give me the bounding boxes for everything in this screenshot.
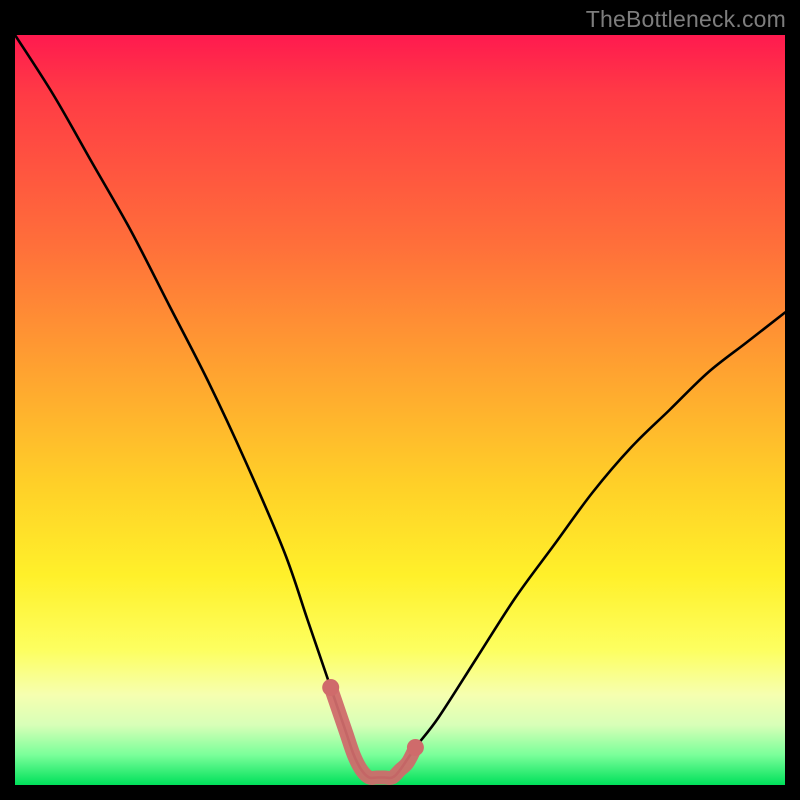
marker-dot (322, 679, 339, 696)
marker-dot (407, 739, 424, 756)
watermark-text: TheBottleneck.com (586, 6, 786, 33)
curve-layer (15, 35, 785, 785)
marker-stroke (331, 688, 416, 779)
bottleneck-curve-path (15, 35, 785, 778)
plot-area (15, 35, 785, 785)
chart-frame: TheBottleneck.com (0, 0, 800, 800)
